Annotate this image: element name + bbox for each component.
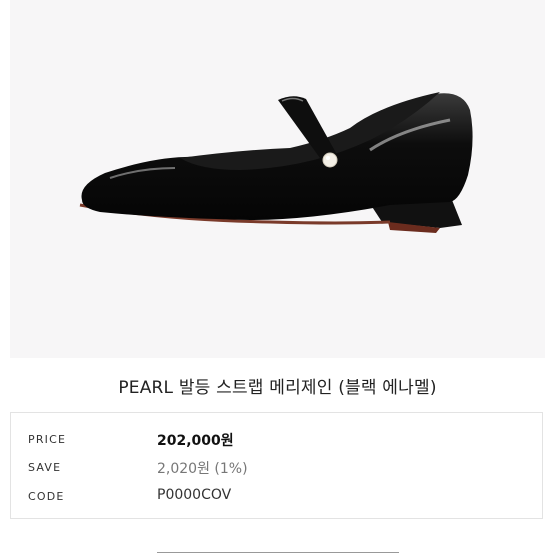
save-value: 2,020원 (1%) <box>157 461 248 477</box>
price-row: PRICE 202,000원 <box>11 427 542 455</box>
code-label: CODE <box>28 490 65 503</box>
code-value: P0000COV <box>157 487 232 503</box>
save-label: SAVE <box>28 461 62 474</box>
shoe-illustration <box>79 92 473 233</box>
product-image <box>10 0 545 358</box>
save-row: SAVE 2,020원 (1%) <box>11 455 542 483</box>
code-row: CODE P0000COV <box>11 484 542 512</box>
product-title: PEARL 발등 스트랩 메리제인 (블랙 에나멜) <box>118 378 437 398</box>
price-label: PRICE <box>28 433 67 446</box>
product-info-table: PRICE 202,000원 SAVE 2,020원 (1%) CODE P00… <box>10 412 543 519</box>
price-value: 202,000원 <box>157 433 234 449</box>
